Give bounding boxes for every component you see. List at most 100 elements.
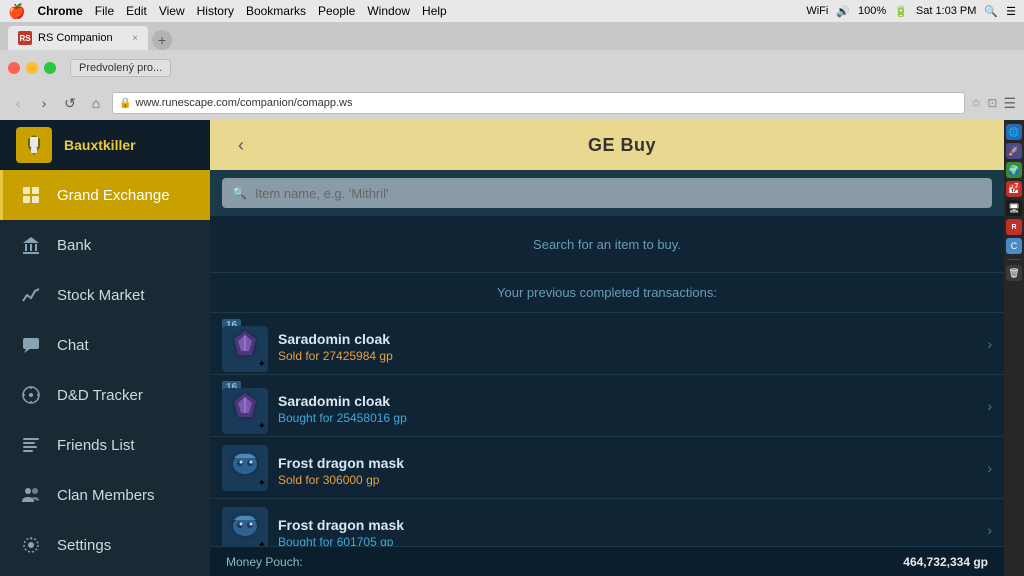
dock-icon-trash[interactable]: 🗑 xyxy=(1006,265,1022,281)
back-nav-btn[interactable]: ‹ xyxy=(8,93,28,113)
sidebar-item-bank[interactable]: Bank xyxy=(0,220,210,270)
chat-icon xyxy=(19,333,43,357)
chat-label: Chat xyxy=(57,337,89,354)
chevron-right-icon: › xyxy=(987,336,992,352)
os-menubar: 🍎 Chrome File Edit View History Bookmark… xyxy=(0,0,1024,22)
dock-divider xyxy=(1007,259,1021,260)
maximize-window-btn[interactable] xyxy=(44,62,56,74)
minimize-window-btn[interactable] xyxy=(26,62,38,74)
sidebar-item-grand-exchange[interactable]: Grand Exchange xyxy=(0,170,210,220)
bookmark-btn[interactable]: ☆ xyxy=(971,96,982,110)
sidebar-item-dd-tracker[interactable]: D&D Tracker xyxy=(0,370,210,420)
item-image: ✦ xyxy=(222,326,268,372)
clan-members-icon xyxy=(19,483,43,507)
tab-label: RS Companion xyxy=(38,32,113,44)
bank-label: Bank xyxy=(57,237,91,254)
transaction-item[interactable]: 16 ✦ xyxy=(210,313,1004,375)
item-price: Sold for 306000 gp xyxy=(278,473,977,487)
forward-nav-btn[interactable]: › xyxy=(34,93,54,113)
traffic-lights xyxy=(8,62,56,74)
home-btn[interactable]: ⌂ xyxy=(86,93,106,113)
item-info: Saradomin cloak Sold for 27425984 gp xyxy=(278,325,977,363)
search-hint: Search for an item to buy. xyxy=(210,217,1004,273)
search-icon[interactable]: 🔍 xyxy=(984,5,998,18)
browser-tab-active[interactable]: RS RS Companion × xyxy=(8,26,148,50)
content-area: Search for an item to buy. Your previous… xyxy=(210,217,1004,546)
transaction-item[interactable]: 16 ✦ xyxy=(210,375,1004,437)
chevron-right-icon: › xyxy=(987,398,992,414)
dock-icon-rs[interactable]: R xyxy=(1006,219,1022,235)
datetime: Sat 1:03 PM xyxy=(916,5,977,17)
menu-bookmarks[interactable]: Bookmarks xyxy=(246,4,306,18)
browser-address-bar: ‹ › ↺ ⌂ 🔒 www.runescape.com/companion/co… xyxy=(0,86,1024,120)
menu-people[interactable]: People xyxy=(318,4,355,18)
browser-toolbar: Predvolený pro... xyxy=(0,50,1024,86)
menu-history[interactable]: History xyxy=(197,4,234,18)
tab-close-btn[interactable]: × xyxy=(132,33,138,44)
dd-tracker-icon xyxy=(19,383,43,407)
sidebar-item-log-out[interactable]: Log Out xyxy=(0,570,210,576)
os-menubar-right: WiFi 🔊 100% 🔋 Sat 1:03 PM 🔍 ☰ xyxy=(806,5,1016,18)
menu-chrome[interactable]: Chrome xyxy=(37,4,82,18)
friends-list-icon xyxy=(19,433,43,457)
notification-icon[interactable]: ☰ xyxy=(1006,5,1016,18)
dock-icon-maps[interactable]: 🌍 xyxy=(1006,162,1022,178)
menu-edit[interactable]: Edit xyxy=(126,4,147,18)
sidebar-item-clan-members[interactable]: Clan Members xyxy=(0,470,210,520)
sidebar-item-friends-list[interactable]: Friends List xyxy=(0,420,210,470)
wifi-icon: WiFi xyxy=(806,5,828,17)
item-info: Frost dragon mask Bought for 601705 gp xyxy=(278,511,977,547)
page-title: GE Buy xyxy=(256,135,988,156)
item-name: Saradomin cloak xyxy=(278,393,977,409)
sidebar-header: Bauxtkiller xyxy=(0,120,210,170)
item-image: ✦ xyxy=(222,507,268,547)
tab-favicon: RS xyxy=(18,31,32,45)
predvoleny-button[interactable]: Predvolený pro... xyxy=(70,59,171,77)
dock-icon-terminal[interactable]: 🖥 xyxy=(1006,200,1022,216)
grand-exchange-icon xyxy=(19,183,43,207)
new-tab-btn[interactable]: + xyxy=(152,30,172,50)
dock-icon-chrome[interactable]: C xyxy=(1006,238,1022,254)
chevron-right-icon: › xyxy=(987,460,992,476)
settings-icon xyxy=(19,533,43,557)
page-view-btn[interactable]: ⊡ xyxy=(987,96,997,110)
url-text: www.runescape.com/companion/comapp.ws xyxy=(135,97,352,109)
battery-icon: 🔋 xyxy=(894,5,908,18)
search-icon: 🔍 xyxy=(232,186,247,200)
browser-window: 🍎 Chrome File Edit View History Bookmark… xyxy=(0,0,1024,576)
sidebar-item-chat[interactable]: Chat xyxy=(0,320,210,370)
main-content: ‹ GE Buy 🔍 Search for an item to buy. Yo xyxy=(210,120,1004,576)
right-dock: 🌐 🚀 🌍 7 📅 🖥 R C 🗑 xyxy=(1004,120,1024,576)
menu-window[interactable]: Window xyxy=(367,4,410,18)
apple-logo[interactable]: 🍎 xyxy=(8,3,25,20)
content-footer: Money Pouch: 464,732,334 gp xyxy=(210,546,1004,576)
search-input-wrapper[interactable]: 🔍 xyxy=(222,178,992,208)
dd-tracker-label: D&D Tracker xyxy=(57,387,143,404)
back-button[interactable]: ‹ xyxy=(226,130,256,160)
item-info: Saradomin cloak Bought for 25458016 gp xyxy=(278,387,977,425)
menu-view[interactable]: View xyxy=(159,4,185,18)
item-image: ✦ xyxy=(222,445,268,491)
dock-icon-launchpad[interactable]: 🚀 xyxy=(1006,143,1022,159)
clan-members-label: Clan Members xyxy=(57,487,155,504)
menu-file[interactable]: File xyxy=(95,4,114,18)
transaction-item[interactable]: ✦ Frost dragon mask Sold for 306000 gp › xyxy=(210,437,1004,499)
item-name: Frost dragon mask xyxy=(278,455,977,471)
volume-icon: 🔊 xyxy=(836,5,850,18)
chrome-menu-btn[interactable]: ☰ xyxy=(1003,95,1016,112)
sidebar-item-settings[interactable]: Settings xyxy=(0,520,210,570)
search-bar: 🔍 xyxy=(210,170,1004,217)
transaction-item[interactable]: ✦ Frost dragon mask Bought for 601705 gp… xyxy=(210,499,1004,546)
url-bar[interactable]: 🔒 www.runescape.com/companion/comapp.ws xyxy=(112,92,965,114)
main-area: Bauxtkiller xyxy=(0,120,1004,576)
close-window-btn[interactable] xyxy=(8,62,20,74)
friends-list-label: Friends List xyxy=(57,437,135,454)
refresh-btn[interactable]: ↺ xyxy=(60,93,80,113)
dock-icon-calendar[interactable]: 7 📅 xyxy=(1006,181,1022,197)
item-star: ✦ xyxy=(258,421,266,432)
dock-icon-browser[interactable]: 🌐 xyxy=(1006,124,1022,140)
sidebar-item-stock-market[interactable]: Stock Market xyxy=(0,270,210,320)
search-input[interactable] xyxy=(255,186,982,201)
sidebar: Bauxtkiller xyxy=(0,120,210,576)
menu-help[interactable]: Help xyxy=(422,4,447,18)
